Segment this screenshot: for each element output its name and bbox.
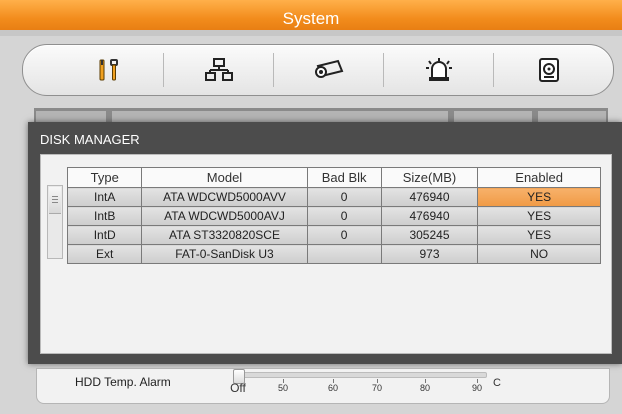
cell-type: IntD — [66, 225, 143, 245]
toolbar-divider — [273, 53, 274, 87]
cell-size: 305245 — [380, 225, 479, 245]
column-header-bad-blk[interactable]: Bad Blk — [306, 167, 382, 188]
disk-list-panel: Type Model Bad Blk Size(MB) Enabled IntA… — [40, 154, 612, 354]
table-row[interactable]: IntB ATA WDCWD5000AVJ 0 476940 YES — [66, 206, 601, 226]
tools-icon — [99, 59, 118, 81]
hdd-temp-slider[interactable] — [233, 372, 487, 378]
cell-enabled-selected[interactable]: YES — [477, 187, 601, 207]
alarm-light-icon — [426, 58, 452, 81]
table-row[interactable]: Ext FAT-0-SanDisk U3 973 NO — [66, 244, 601, 264]
slider-tick-label: 50 — [277, 383, 289, 393]
window-title: System — [0, 0, 622, 34]
table-row[interactable]: IntA ATA WDCWD5000AVV 0 476940 YES — [66, 187, 601, 207]
column-header-type[interactable]: Type — [66, 167, 143, 188]
cell-bad-blk: 0 — [306, 187, 382, 207]
alarm-button[interactable] — [389, 51, 489, 89]
network-icon — [205, 58, 233, 81]
cell-size: 476940 — [380, 187, 479, 207]
cell-enabled[interactable]: NO — [477, 244, 601, 264]
slider-value-off: Off — [230, 381, 246, 395]
hard-disk-icon — [539, 58, 559, 82]
table-row[interactable]: IntD ATA ST3320820SCE 0 305245 YES — [66, 225, 601, 245]
tools-button[interactable] — [59, 51, 159, 89]
cell-bad-blk: 0 — [306, 225, 382, 245]
temperature-unit: C — [493, 377, 501, 389]
camera-button[interactable] — [279, 51, 379, 89]
vertical-scrollbar[interactable] — [47, 185, 63, 259]
cell-bad-blk: 0 — [306, 206, 382, 226]
column-header-enabled[interactable]: Enabled — [477, 167, 601, 188]
cell-enabled[interactable]: YES — [477, 225, 601, 245]
cell-size: 476940 — [380, 206, 479, 226]
cell-bad-blk — [306, 244, 382, 264]
cell-type: IntB — [66, 206, 143, 226]
slider-tick-label: 70 — [371, 383, 383, 393]
toolbar-divider — [493, 53, 494, 87]
column-header-size[interactable]: Size(MB) — [380, 167, 479, 188]
slider-tick-label: 80 — [419, 383, 431, 393]
hdd-temp-alarm-panel: HDD Temp. Alarm Off 50 60 70 80 90 C — [36, 368, 610, 404]
dialog-title: DISK MANAGER — [40, 132, 140, 147]
hdd-temp-alarm-label: HDD Temp. Alarm — [75, 375, 171, 389]
cell-model: FAT-0-SanDisk U3 — [141, 244, 308, 264]
cell-type: IntA — [66, 187, 143, 207]
cell-model: ATA ST3320820SCE — [141, 225, 308, 245]
toolbar-divider — [383, 53, 384, 87]
column-header-model[interactable]: Model — [141, 167, 308, 188]
network-button[interactable] — [169, 51, 269, 89]
cell-model: ATA WDCWD5000AVV — [141, 187, 308, 207]
camera-icon — [315, 59, 344, 78]
category-toolbar — [22, 44, 614, 96]
slider-tick-label: 60 — [327, 383, 339, 393]
toolbar-divider — [163, 53, 164, 87]
titlebar-edge — [0, 30, 622, 36]
cell-type: Ext — [66, 244, 143, 264]
disk-table: Type Model Bad Blk Size(MB) Enabled IntA… — [66, 167, 601, 264]
cell-model: ATA WDCWD5000AVJ — [141, 206, 308, 226]
disk-manager-dialog: DISK MANAGER Type Model Bad Blk Size(MB)… — [28, 122, 622, 364]
cell-enabled[interactable]: YES — [477, 206, 601, 226]
system-window: System DISK MANAGER Type Model Bad Blk S… — [0, 0, 622, 414]
cell-size: 973 — [380, 244, 479, 264]
hard-disk-button[interactable] — [499, 51, 599, 89]
slider-tick-label: 90 — [471, 383, 483, 393]
scroll-thumb[interactable] — [49, 187, 61, 214]
